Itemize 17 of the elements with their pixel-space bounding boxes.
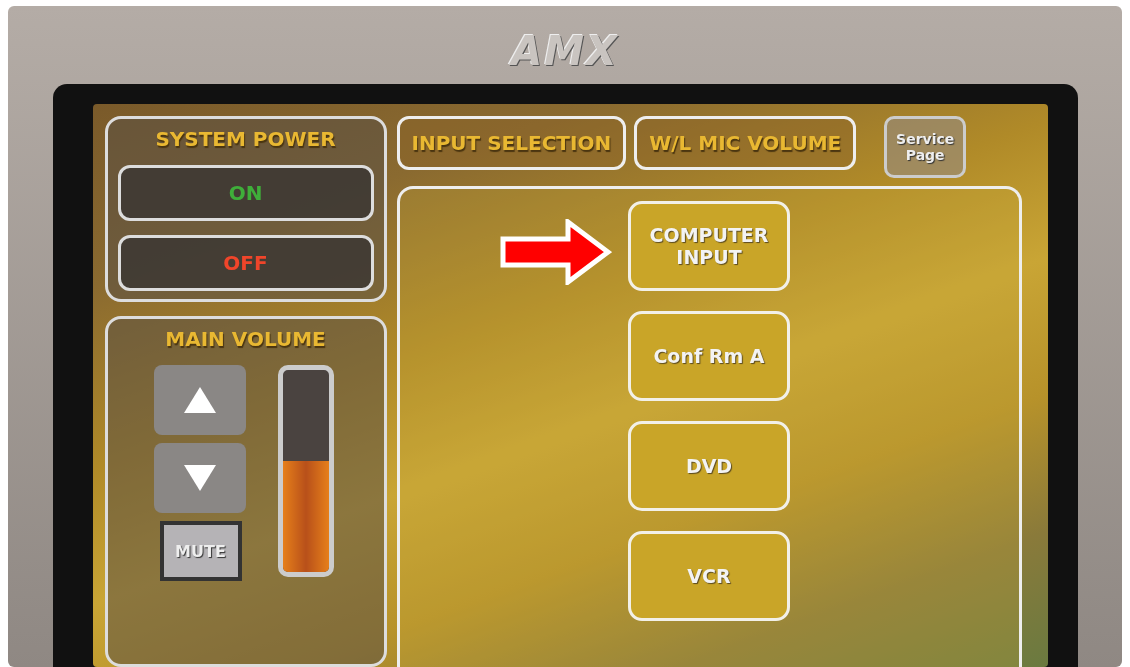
volume-down-button[interactable]: [153, 443, 246, 513]
down-triangle-icon: [181, 463, 218, 493]
source-button[interactable]: DVD: [628, 421, 790, 511]
source-button[interactable]: Conf Rm A: [628, 311, 790, 401]
power-button[interactable]: OFF: [117, 235, 374, 291]
up-triangle-icon: [181, 385, 218, 415]
service-page-button[interactable]: Service Page: [884, 116, 967, 178]
source-button[interactable]: VCR: [628, 531, 790, 621]
power-button[interactable]: ON: [117, 165, 374, 221]
menu-tab[interactable]: W/L MIC VOLUME: [634, 116, 857, 170]
volume-up-button[interactable]: [153, 365, 246, 435]
panel-title: SYSTEM POWER: [154, 127, 337, 151]
menu-tab[interactable]: INPUT SELECTION: [396, 116, 627, 170]
source-button[interactable]: COMPUTER INPUT: [628, 201, 790, 291]
panel-title: MAIN VOLUME: [164, 327, 327, 351]
brand-logo: AMX: [511, 28, 619, 76]
mute-button[interactable]: MUTE: [159, 521, 242, 581]
